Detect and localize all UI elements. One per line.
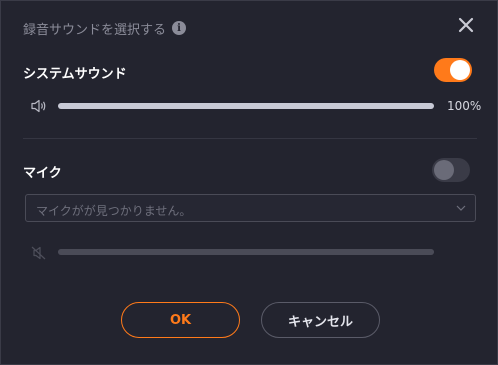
toggle-knob	[450, 60, 470, 80]
microphone-volume-fill	[58, 249, 434, 255]
system-sound-volume-slider[interactable]	[58, 103, 434, 109]
ok-button[interactable]: OK	[121, 302, 240, 338]
microphone-select[interactable]: マイクがが見つかりません。	[25, 194, 476, 222]
system-sound-label: システムサウンド	[23, 67, 127, 82]
record-sound-dialog: 録音サウンドを選択する i システムサウンド 100% マイク マイクがが見つか…	[0, 0, 498, 365]
microphone-toggle[interactable]	[432, 158, 470, 182]
close-icon[interactable]	[457, 16, 475, 34]
system-sound-toggle[interactable]	[434, 58, 472, 82]
section-divider	[23, 138, 477, 139]
system-sound-volume-value: 100%	[447, 99, 482, 113]
toggle-knob	[434, 160, 454, 180]
dialog-header: 録音サウンドを選択する i	[23, 19, 187, 38]
speaker-icon	[31, 99, 46, 113]
system-sound-volume-fill	[58, 103, 434, 109]
cancel-button[interactable]: キャンセル	[261, 302, 380, 338]
info-icon[interactable]: i	[172, 21, 187, 35]
speaker-muted-icon	[31, 246, 46, 260]
microphone-select-value: マイクがが見つかりません。	[36, 204, 192, 218]
chevron-down-icon	[456, 205, 466, 211]
microphone-label: マイク	[23, 166, 62, 181]
microphone-volume-slider	[58, 249, 434, 255]
dialog-title: 録音サウンドを選択する	[23, 22, 167, 38]
